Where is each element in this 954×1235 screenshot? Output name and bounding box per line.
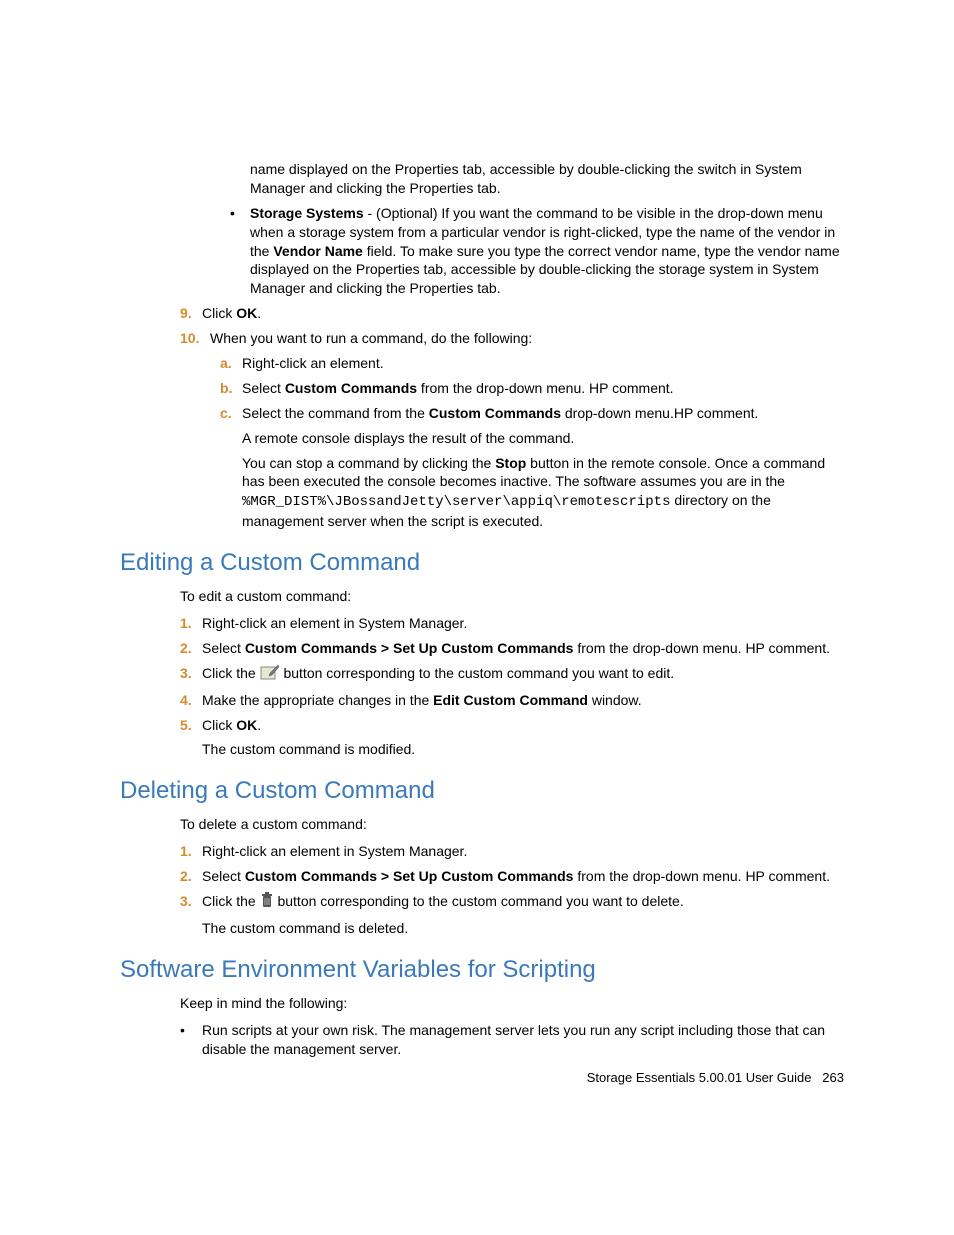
deleting-intro: To delete a custom command: — [180, 815, 844, 834]
heading-editing: Editing a Custom Command — [120, 549, 844, 577]
bullet-marker: • — [180, 1021, 202, 1059]
step-9: 9. Click OK. — [180, 304, 844, 323]
footer-title: Storage Essentials 5.00.01 User Guide — [587, 1070, 812, 1085]
env-bullet-1: • Run scripts at your own risk. The mana… — [180, 1021, 844, 1059]
substep-a: a. Right-click an element. — [220, 354, 844, 373]
continuation-text: name displayed on the Properties tab, ac… — [250, 160, 844, 198]
substep-c-note1: A remote console displays the result of … — [242, 429, 844, 448]
env-intro: Keep in mind the following: — [180, 994, 844, 1013]
del-step-1: 1. Right-click an element in System Mana… — [180, 842, 844, 861]
bullet-storage-systems: • Storage Systems - (Optional) If you wa… — [230, 204, 844, 298]
step-content: Click OK. — [202, 304, 261, 323]
substep-c-note2: You can stop a command by clicking the S… — [242, 454, 844, 532]
step-number: 9. — [180, 304, 202, 323]
page-number: 263 — [822, 1070, 844, 1085]
heading-deleting: Deleting a Custom Command — [120, 777, 844, 805]
edit-step-2: 2. Select Custom Commands > Set Up Custo… — [180, 639, 844, 658]
substep-b: b. Select Custom Commands from the drop-… — [220, 379, 844, 398]
substep-letter: c. — [220, 404, 242, 423]
bullet-content: Storage Systems - (Optional) If you want… — [250, 204, 844, 298]
substep-letter: b. — [220, 379, 242, 398]
step-number: 5. — [180, 716, 202, 735]
substep-content: Select Custom Commands from the drop-dow… — [242, 379, 674, 398]
step-number: 1. — [180, 614, 202, 633]
edit-icon — [260, 664, 280, 685]
step-number: 2. — [180, 639, 202, 658]
step-content: Right-click an element in System Manager… — [202, 842, 467, 861]
step-number: 3. — [180, 664, 202, 685]
step-number: 3. — [180, 892, 202, 913]
step-content: Click the button corresponding to the cu… — [202, 892, 684, 913]
trash-icon — [260, 892, 274, 913]
edit-step-4: 4. Make the appropriate changes in the E… — [180, 691, 844, 710]
bullet-content: Run scripts at your own risk. The manage… — [202, 1021, 844, 1059]
step-content: Make the appropriate changes in the Edit… — [202, 691, 642, 710]
substep-letter: a. — [220, 354, 242, 373]
storage-systems-label: Storage Systems — [250, 205, 364, 221]
page-footer: Storage Essentials 5.00.01 User Guide 26… — [587, 1070, 844, 1085]
editing-intro: To edit a custom command: — [180, 587, 844, 606]
path-text: %MGR_DIST%\JBossandJetty\server\appiq\re… — [242, 494, 670, 510]
step-number: 10. — [180, 329, 210, 348]
edit-step-1: 1. Right-click an element in System Mana… — [180, 614, 844, 633]
bullet-marker: • — [230, 204, 250, 298]
edit-step-5-result: The custom command is modified. — [202, 740, 844, 759]
step-content: Right-click an element in System Manager… — [202, 614, 467, 633]
step-content: Select Custom Commands > Set Up Custom C… — [202, 867, 830, 886]
step-number: 1. — [180, 842, 202, 861]
step-content: Click the button corresponding to the cu… — [202, 664, 674, 685]
vendor-name-label: Vendor Name — [273, 243, 362, 259]
del-step-3: 3. Click the button corresponding to the… — [180, 892, 844, 913]
document-page: name displayed on the Properties tab, ac… — [0, 0, 954, 1235]
edit-step-3: 3. Click the button corresponding to the… — [180, 664, 844, 685]
step-number: 2. — [180, 867, 202, 886]
del-step-2: 2. Select Custom Commands > Set Up Custo… — [180, 867, 844, 886]
substep-content: Select the command from the Custom Comma… — [242, 404, 758, 423]
step-content: Select Custom Commands > Set Up Custom C… — [202, 639, 830, 658]
del-step-3-result: The custom command is deleted. — [202, 919, 844, 938]
substep-c: c. Select the command from the Custom Co… — [220, 404, 844, 423]
step-10: 10. When you want to run a command, do t… — [180, 329, 844, 348]
heading-env: Software Environment Variables for Scrip… — [120, 956, 844, 984]
step-number: 4. — [180, 691, 202, 710]
substep-content: Right-click an element. — [242, 354, 384, 373]
step-content: When you want to run a command, do the f… — [210, 329, 532, 348]
edit-step-5: 5. Click OK. — [180, 716, 844, 735]
step-content: Click OK. — [202, 716, 261, 735]
